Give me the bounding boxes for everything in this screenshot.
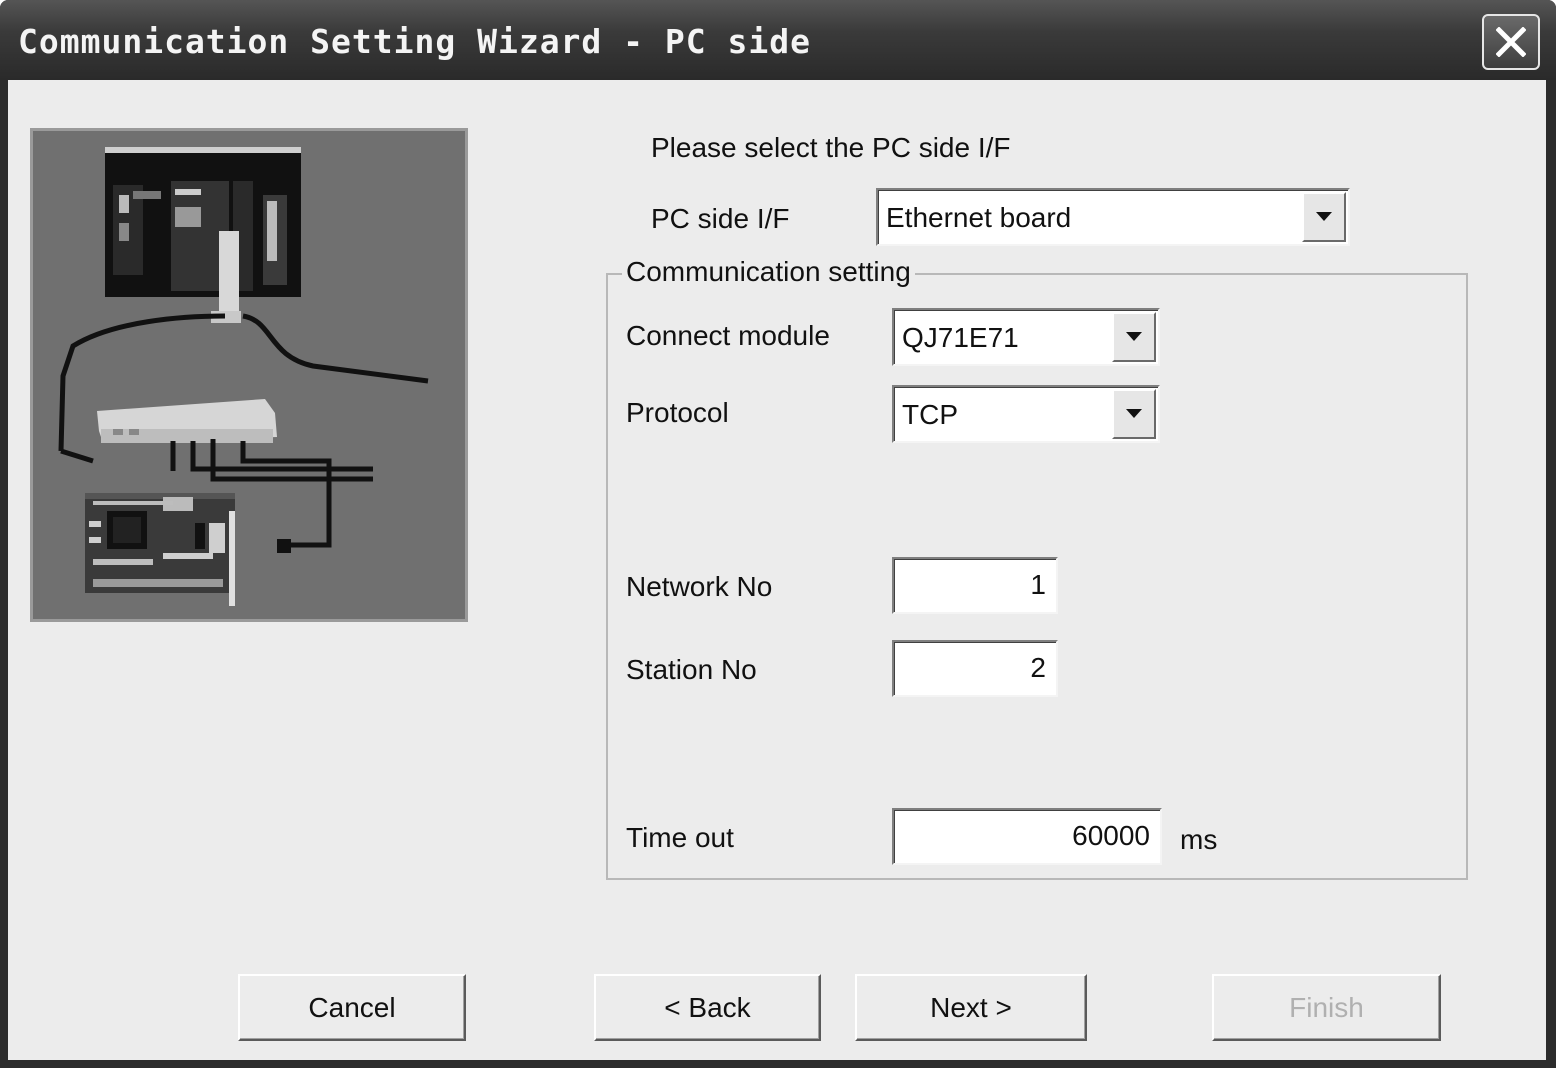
chevron-down-icon (1126, 332, 1142, 341)
title-bar[interactable]: Communication Setting Wizard - PC side (0, 0, 1556, 80)
next-button[interactable]: Next > (855, 974, 1087, 1041)
connect-module-value: QJ71E71 (902, 322, 1019, 353)
pc-side-if-dropdown-button[interactable] (1302, 192, 1346, 242)
chevron-down-icon (1316, 212, 1332, 221)
protocol-value: TCP (902, 399, 958, 430)
wizard-window: Communication Setting Wizard - PC side P… (0, 0, 1556, 1068)
communication-setting-legend: Communication setting (622, 256, 915, 288)
chevron-down-icon (1126, 409, 1142, 418)
close-icon (1496, 27, 1526, 57)
time-out-input[interactable]: 60000 (892, 808, 1162, 865)
pc-side-if-label: PC side I/F (651, 203, 790, 234)
cancel-button[interactable]: Cancel (238, 974, 466, 1041)
pc-side-if-value: Ethernet board (886, 202, 1072, 233)
station-no-label: Station No (626, 654, 757, 685)
station-no-value: 2 (1030, 652, 1046, 683)
finish-button[interactable]: Finish (1212, 974, 1441, 1041)
window-title: Communication Setting Wizard - PC side (18, 22, 811, 61)
time-out-unit: ms (1180, 824, 1218, 855)
network-no-label: Network No (626, 571, 773, 602)
connect-module-select[interactable]: QJ71E71 (892, 308, 1160, 366)
protocol-dropdown-button[interactable] (1112, 389, 1156, 439)
prompt-label: Please select the PC side I/F (651, 132, 1011, 163)
pc-side-if-select[interactable]: Ethernet board (876, 188, 1350, 246)
time-out-label: Time out (626, 822, 734, 853)
connect-module-label: Connect module (626, 320, 830, 351)
network-no-value: 1 (1030, 569, 1046, 600)
close-button[interactable] (1482, 14, 1540, 70)
protocol-label: Protocol (626, 397, 729, 428)
protocol-select[interactable]: TCP (892, 385, 1160, 443)
back-button[interactable]: < Back (594, 974, 821, 1041)
connect-module-dropdown-button[interactable] (1112, 312, 1156, 362)
network-no-input[interactable]: 1 (892, 557, 1058, 614)
station-no-input[interactable]: 2 (892, 640, 1058, 697)
network-diagram-illustration (30, 128, 468, 622)
time-out-value: 60000 (1072, 820, 1150, 851)
